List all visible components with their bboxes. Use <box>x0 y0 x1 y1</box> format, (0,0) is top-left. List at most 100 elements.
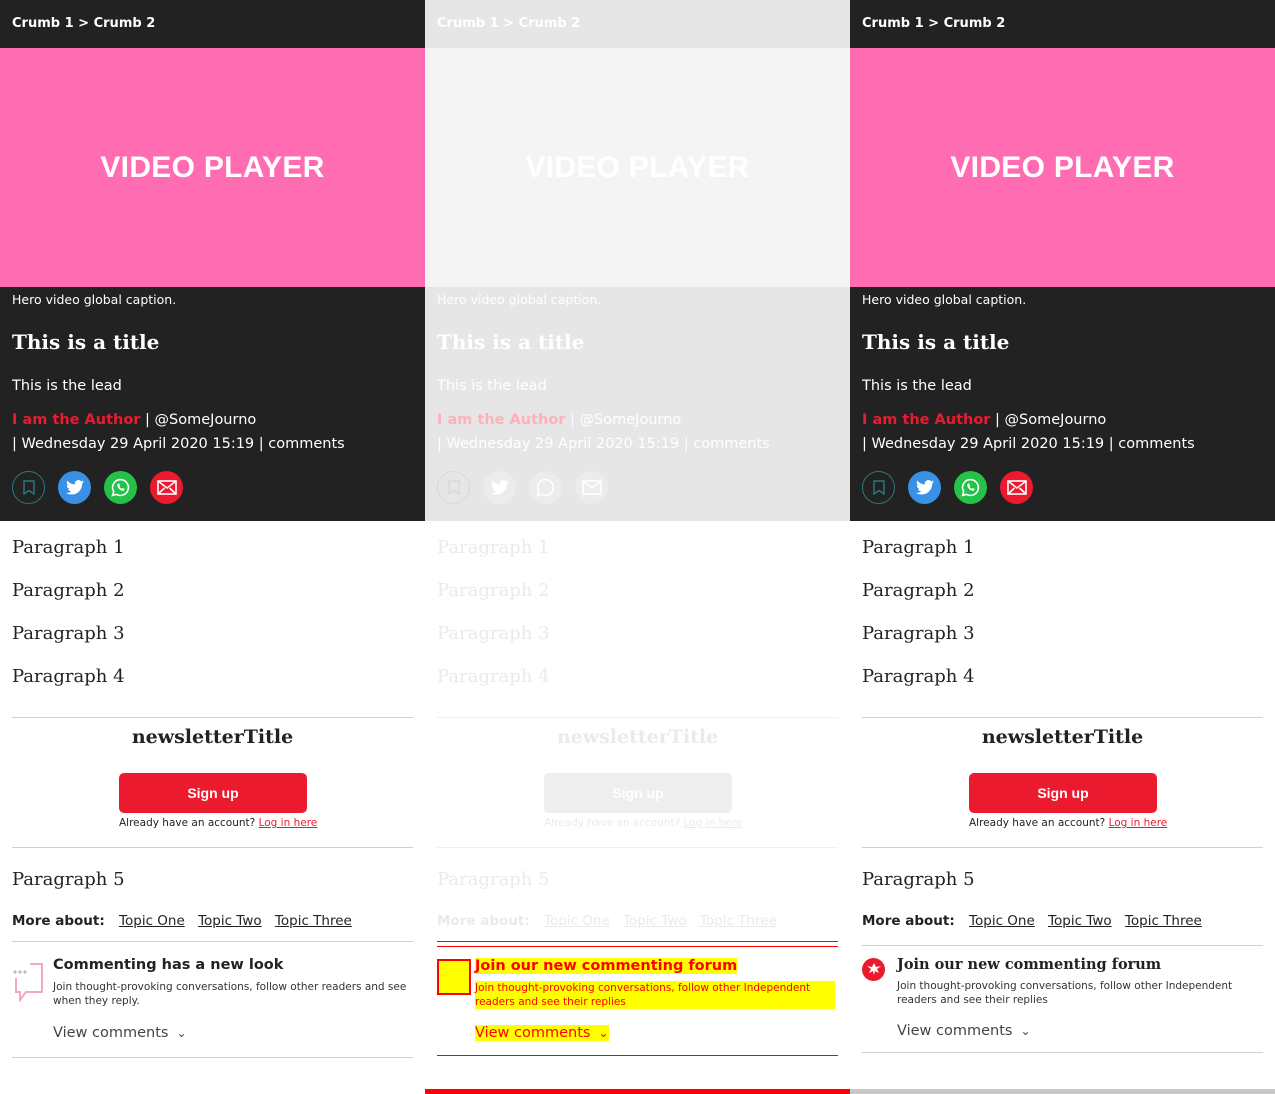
breadcrumb: Crumb 1 > Crumb 2 <box>850 0 1275 48</box>
more-about-label: More about: <box>12 913 105 929</box>
login-link[interactable]: Log in here <box>1109 817 1168 829</box>
paragraph: Paragraph 1 <box>12 537 125 558</box>
diff-highlight-top-line <box>437 941 838 942</box>
breadcrumb: Crumb 1 > Crumb 2 <box>425 0 850 48</box>
signup-button[interactable]: Sign up <box>544 773 732 813</box>
author-handle: | @SomeJourno <box>570 412 682 428</box>
topic-link[interactable]: Topic One <box>544 913 610 929</box>
author-handle: | @SomeJourno <box>995 412 1107 428</box>
breadcrumb-separator: > <box>928 16 940 31</box>
article-title: This is a title <box>12 330 160 354</box>
email-share-button[interactable] <box>575 471 608 504</box>
comments-section: Join our new commenting forum Join thoug… <box>862 945 1263 1053</box>
newsletter-title: newsletterTitle <box>556 726 719 748</box>
comments-section-diff: Join our new commenting forum Join thoug… <box>437 946 838 1056</box>
video-player[interactable]: VIDEO PLAYER <box>425 48 850 287</box>
video-caption: Hero video global caption. <box>437 292 602 307</box>
comments-description: Join thought-provoking conversations, fo… <box>475 981 835 1009</box>
whatsapp-share-button[interactable] <box>104 471 137 504</box>
paragraph: Paragraph 2 <box>862 580 975 601</box>
breadcrumb-item-2[interactable]: Crumb 2 <box>944 16 1006 31</box>
breadcrumb-item-1[interactable]: Crumb 1 <box>12 16 74 31</box>
twitter-icon <box>915 480 934 495</box>
email-icon <box>156 480 177 495</box>
video-player[interactable]: VIDEO PLAYER <box>0 48 425 287</box>
more-about: More about: Topic One Topic Two Topic Th… <box>12 913 361 929</box>
twitter-share-button[interactable] <box>58 471 91 504</box>
view-comments-button[interactable]: View comments ⌄ <box>53 1025 187 1041</box>
view-comments-label: View comments <box>897 1023 1013 1039</box>
topic-link[interactable]: Topic Two <box>623 913 687 929</box>
bookmark-button[interactable] <box>862 471 895 504</box>
whatsapp-icon <box>536 478 555 497</box>
email-share-button[interactable] <box>1000 471 1033 504</box>
bookmark-button[interactable] <box>12 471 45 504</box>
paragraph: Paragraph 4 <box>862 666 975 687</box>
article-lead: This is the lead <box>12 378 122 394</box>
newsletter-signup: newsletterTitle Sign up Already have an … <box>437 717 838 848</box>
email-icon <box>581 480 602 495</box>
whatsapp-icon <box>961 478 980 497</box>
article-body: Paragraph 1 Paragraph 2 Paragraph 3 Para… <box>862 535 1263 707</box>
view-comments-button[interactable]: View comments ⌄ <box>897 1023 1031 1039</box>
whatsapp-share-button[interactable] <box>529 471 562 504</box>
signup-button[interactable]: Sign up <box>969 773 1157 813</box>
topic-link[interactable]: Topic One <box>969 913 1035 929</box>
email-share-button[interactable] <box>150 471 183 504</box>
article-title: This is a title <box>862 330 1010 354</box>
more-about: More about: Topic One Topic Two Topic Th… <box>437 913 786 929</box>
article-body: Paragraph 1 Paragraph 2 Paragraph 3 Para… <box>12 535 413 707</box>
login-link[interactable]: Log in here <box>684 817 743 829</box>
login-prompt: Already have an account? Log in here <box>544 817 742 829</box>
topic-link[interactable]: Topic One <box>119 913 185 929</box>
more-about-label: More about: <box>437 913 530 929</box>
topic-link[interactable]: Topic Three <box>700 913 777 929</box>
comments-title: Commenting has a new look <box>53 957 284 973</box>
twitter-share-button[interactable] <box>483 471 516 504</box>
comments-description: Join thought-provoking conversations, fo… <box>897 980 1233 1006</box>
byline: I am the Author | @SomeJourno <box>862 412 1106 428</box>
bookmark-icon <box>872 480 885 495</box>
breadcrumb-item-1[interactable]: Crumb 1 <box>862 16 924 31</box>
speech-bubble-icon <box>12 960 43 1002</box>
email-icon <box>1006 480 1027 495</box>
bookmark-icon <box>447 480 460 495</box>
topic-link[interactable]: Topic Three <box>275 913 352 929</box>
comments-title: Join our new commenting forum <box>897 956 1162 973</box>
author-link[interactable]: I am the Author <box>437 412 565 428</box>
bookmark-button[interactable] <box>437 471 470 504</box>
article-lead: This is the lead <box>862 378 972 394</box>
breadcrumb-item-2[interactable]: Crumb 2 <box>519 16 581 31</box>
author-handle: | @SomeJourno <box>145 412 257 428</box>
diff-icon-block <box>437 959 471 995</box>
breadcrumb-item-2[interactable]: Crumb 2 <box>94 16 156 31</box>
share-bar <box>437 471 608 504</box>
video-caption: Hero video global caption. <box>862 292 1027 307</box>
newsletter-title: newsletterTitle <box>131 726 294 748</box>
share-bar <box>12 471 183 504</box>
author-link[interactable]: I am the Author <box>12 412 140 428</box>
twitter-share-button[interactable] <box>908 471 941 504</box>
whatsapp-icon <box>111 478 130 497</box>
paragraph: Paragraph 1 <box>862 537 975 558</box>
login-prompt-text: Already have an account? <box>969 817 1106 829</box>
article-body: Paragraph 1 Paragraph 2 Paragraph 3 Para… <box>437 535 838 707</box>
topic-link[interactable]: Topic Three <box>1125 913 1202 929</box>
topic-link[interactable]: Topic Two <box>198 913 262 929</box>
topic-link[interactable]: Topic Two <box>1048 913 1112 929</box>
video-player[interactable]: VIDEO PLAYER <box>850 48 1275 287</box>
breadcrumb-item-1[interactable]: Crumb 1 <box>437 16 499 31</box>
bookmark-icon <box>22 480 35 495</box>
whatsapp-share-button[interactable] <box>954 471 987 504</box>
article-lead: This is the lead <box>437 378 547 394</box>
comments-title: Join our new commenting forum <box>475 958 738 974</box>
author-link[interactable]: I am the Author <box>862 412 990 428</box>
view-comments-button[interactable]: View comments ⌄ <box>475 1025 609 1041</box>
more-about: More about: Topic One Topic Two Topic Th… <box>862 913 1211 929</box>
comments-section: Commenting has a new look Join thought-p… <box>12 941 413 1058</box>
login-link[interactable]: Log in here <box>259 817 318 829</box>
publish-dateline: | Wednesday 29 April 2020 15:19 | commen… <box>862 436 1195 452</box>
newsletter-signup: newsletterTitle Sign up Already have an … <box>12 717 413 848</box>
comments-description: Join thought-provoking conversations, fo… <box>53 981 407 1007</box>
signup-button[interactable]: Sign up <box>119 773 307 813</box>
